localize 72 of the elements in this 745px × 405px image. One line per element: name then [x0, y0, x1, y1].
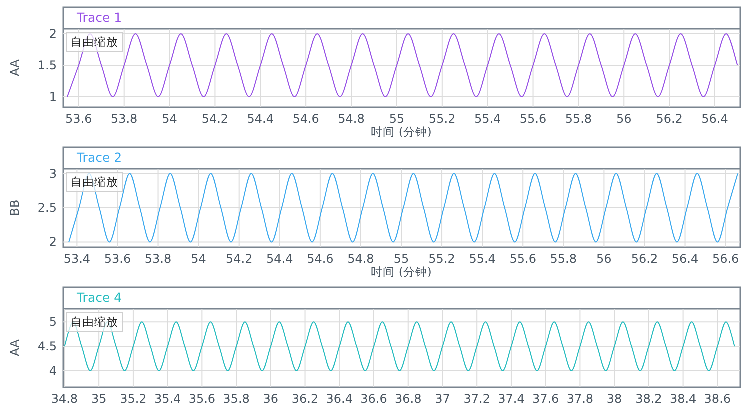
x-tick-label: 56: [596, 252, 612, 266]
chart-title: Trace 1: [77, 10, 122, 25]
x-tick-label: 55.8: [550, 252, 578, 266]
x-tick-label: 55: [394, 252, 410, 266]
x-tick-label: 37.8: [566, 392, 594, 405]
x-tick-label: 55.8: [565, 112, 592, 126]
x-tick-label: 37.2: [464, 392, 490, 405]
x-tick-label: 38.4: [670, 392, 697, 405]
x-tick-label: 54.8: [338, 112, 365, 126]
free-zoom-button[interactable]: 自由缩放: [66, 172, 123, 192]
x-tick-label: 38.6: [704, 392, 732, 405]
x-tick-label: 54.8: [348, 252, 374, 266]
y-axis-label: AA: [8, 60, 22, 76]
x-tick-label: 56.4: [672, 252, 699, 266]
y-tick-label: 5: [49, 315, 57, 330]
x-tick-label: 38.2: [636, 392, 662, 405]
x-tick-label: 55.2: [428, 252, 456, 266]
free-zoom-button[interactable]: 自由缩放: [66, 312, 123, 332]
x-tick-label: 37.6: [532, 392, 560, 405]
x-tick-label: 36: [263, 392, 279, 405]
x-tick-label: 53.8: [110, 112, 138, 126]
x-tick-label: 56.2: [656, 112, 683, 126]
y-tick-label: 4.5: [38, 340, 57, 354]
x-tick-label: 36.2: [292, 392, 319, 405]
x-tick-label: 56.6: [712, 252, 740, 266]
chart-title: Trace 2: [77, 150, 122, 165]
x-tick-label: 35.2: [120, 392, 147, 405]
x-tick-label: 53.4: [64, 252, 91, 266]
y-tick-label: 2: [49, 235, 57, 250]
y-axis-label: BB: [8, 200, 22, 216]
x-tick-label: 53.8: [144, 252, 172, 266]
x-axis-label: 时间 (分钟): [371, 265, 432, 279]
free-zoom-button[interactable]: 自由缩放: [66, 32, 123, 52]
x-tick-label: 34.8: [51, 392, 78, 405]
x-tick-label: 53.6: [66, 112, 92, 126]
x-tick-label: 55.6: [520, 112, 547, 126]
x-tick-label: 54.4: [266, 252, 294, 266]
x-tick-label: 55: [389, 112, 405, 126]
x-tick-label: 54: [162, 112, 178, 126]
x-tick-label: 56: [616, 112, 632, 126]
x-tick-label: 55.6: [510, 252, 536, 266]
y-tick-label: 1.5: [38, 58, 57, 72]
y-tick-label: 3: [49, 166, 57, 181]
x-tick-label: 37.4: [498, 392, 525, 405]
x-tick-label: 35.6: [188, 392, 216, 405]
chart-title: Trace 4: [77, 290, 122, 305]
x-tick-label: 56.2: [631, 252, 658, 266]
x-tick-label: 54.6: [292, 112, 320, 126]
x-tick-label: 37: [435, 392, 450, 405]
x-tick-label: 56.4: [702, 112, 728, 126]
x-tick-label: 55.2: [429, 112, 456, 126]
x-tick-label: 54: [191, 252, 206, 266]
y-tick-label: 4: [49, 364, 57, 378]
x-tick-label: 54.4: [247, 112, 274, 126]
x-tick-label: 54.2: [202, 112, 229, 126]
x-tick-label: 36.8: [395, 392, 422, 405]
x-tick-label: 35.4: [154, 392, 182, 405]
x-tick-label: 35.8: [223, 392, 250, 405]
x-tick-label: 55.4: [469, 252, 496, 266]
x-tick-label: 38: [606, 392, 622, 405]
y-tick-label: 2.5: [38, 201, 57, 215]
y-tick-label: 2: [49, 27, 57, 42]
x-tick-label: 54.2: [226, 252, 253, 266]
y-axis-label: AA: [8, 340, 22, 356]
x-tick-label: 36.4: [326, 392, 353, 405]
x-tick-label: 35: [91, 392, 107, 405]
x-tick-label: 54.6: [307, 252, 334, 266]
x-tick-label: 55.4: [474, 112, 502, 126]
y-tick-label: 1: [49, 90, 57, 104]
x-tick-label: 53.6: [104, 252, 132, 266]
x-axis-label: 时间 (分钟): [371, 125, 432, 139]
x-tick-label: 36.6: [360, 392, 388, 405]
